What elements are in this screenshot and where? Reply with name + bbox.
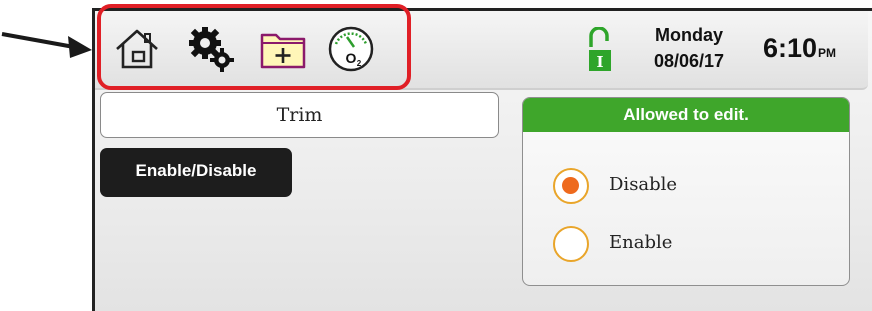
unlocked-padlock-icon: I <box>589 27 611 71</box>
radio-button-enable[interactable] <box>553 226 589 262</box>
edit-permission-panel: Allowed to edit. Disable Enable <box>522 97 850 286</box>
am-pm-label: PM <box>818 46 837 60</box>
date-label: 08/06/17 <box>653 51 725 71</box>
radio-label-disable: Disable <box>609 174 678 195</box>
enable-disable-button[interactable]: Enable/Disable <box>100 148 292 197</box>
trim-field[interactable]: Trim <box>100 92 499 138</box>
clock: 6:10PM <box>763 33 836 64</box>
pointer-arrow-icon <box>1 32 92 58</box>
toolbar-highlight-outline <box>97 4 411 90</box>
radio-button-disable[interactable] <box>553 168 589 204</box>
padlock-letter: I <box>596 53 603 71</box>
radio-label-enable: Enable <box>609 232 673 253</box>
weekday-label: Monday <box>654 25 723 45</box>
panel-title: Allowed to edit. <box>523 98 849 132</box>
time-value: 6:10 <box>763 33 818 63</box>
